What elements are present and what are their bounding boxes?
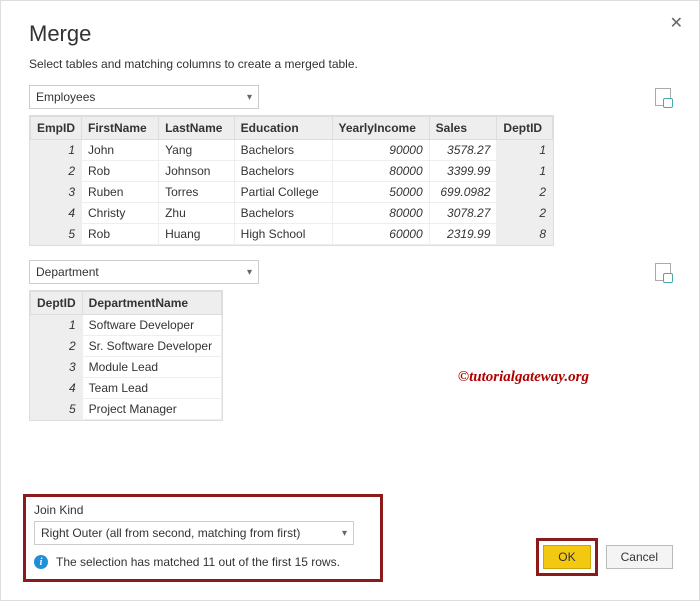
col-departmentname[interactable]: DepartmentName <box>82 292 221 315</box>
table-row[interactable]: 5RobHuangHigh School600002319.998 <box>31 224 553 245</box>
close-icon[interactable]: ✕ <box>670 13 683 33</box>
join-kind-select[interactable]: Right Outer (all from second, matching f… <box>34 521 354 545</box>
col-empid[interactable]: EmpID <box>31 117 82 140</box>
table-row[interactable]: 2Sr. Software Developer <box>31 336 222 357</box>
table-row[interactable]: 5Project Manager <box>31 399 222 420</box>
ok-button[interactable]: OK <box>543 545 590 569</box>
dialog-title: Merge <box>29 21 671 47</box>
join-kind-value: Right Outer (all from second, matching f… <box>41 526 300 540</box>
table-row[interactable]: 3Module Lead <box>31 357 222 378</box>
col-firstname[interactable]: FirstName <box>82 117 159 140</box>
table1-select-label: Employees <box>36 90 95 104</box>
col-yearlyincome[interactable]: YearlyIncome <box>332 117 429 140</box>
col-education[interactable]: Education <box>234 117 332 140</box>
chevron-down-icon: ▾ <box>247 92 252 103</box>
table-row[interactable]: 4Team Lead <box>31 378 222 399</box>
col-deptid[interactable]: DeptID <box>31 292 83 315</box>
watermark-text: ©tutorialgateway.org <box>458 369 589 386</box>
table-row[interactable]: 2RobJohnsonBachelors800003399.991 <box>31 161 553 182</box>
chevron-down-icon: ▾ <box>247 267 252 278</box>
dialog-footer: OK Cancel <box>536 538 673 576</box>
table1-grid: EmpID FirstName LastName Education Yearl… <box>29 115 554 246</box>
table-row[interactable]: 3RubenTorresPartial College50000699.0982… <box>31 182 553 203</box>
merge-dialog: ✕ Merge Select tables and matching colum… <box>0 0 700 601</box>
dialog-subtitle: Select tables and matching columns to cr… <box>29 57 671 71</box>
ok-callout: OK <box>536 538 597 576</box>
table2-select-label: Department <box>36 265 99 279</box>
table-row[interactable]: 1Software Developer <box>31 315 222 336</box>
table2-grid: DeptID DepartmentName 1Software Develope… <box>29 290 223 421</box>
chevron-down-icon: ▾ <box>342 528 347 539</box>
col-sales[interactable]: Sales <box>429 117 497 140</box>
col-lastname[interactable]: LastName <box>159 117 235 140</box>
table-row[interactable]: 4ChristyZhuBachelors800003078.272 <box>31 203 553 224</box>
join-kind-callout: Join Kind Right Outer (all from second, … <box>23 494 383 582</box>
info-icon: i <box>34 555 48 569</box>
table1-select[interactable]: Employees ▾ <box>29 85 259 109</box>
cancel-button[interactable]: Cancel <box>606 545 673 569</box>
join-kind-label: Join Kind <box>34 503 372 517</box>
col-deptid[interactable]: DeptID <box>497 117 553 140</box>
new-sheet-icon[interactable] <box>655 88 671 106</box>
new-sheet-icon[interactable] <box>655 263 671 281</box>
match-info-text: The selection has matched 11 out of the … <box>56 555 340 569</box>
table-row[interactable]: 1JohnYangBachelors900003578.271 <box>31 140 553 161</box>
table2-select[interactable]: Department ▾ <box>29 260 259 284</box>
